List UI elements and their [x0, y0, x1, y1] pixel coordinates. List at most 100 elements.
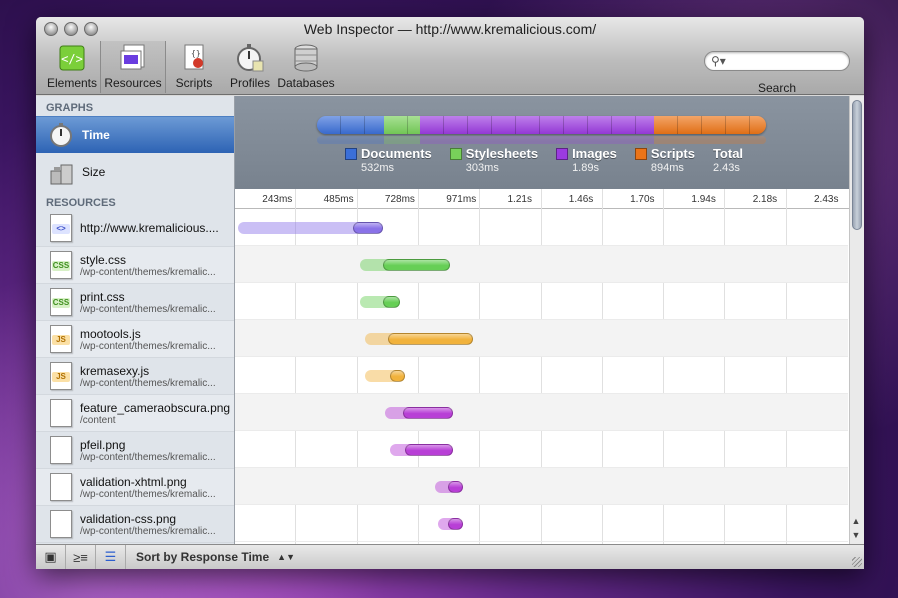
- toolbar-scripts[interactable]: {} Scripts: [166, 41, 222, 93]
- timeline-ticks: 243ms 485ms 728ms 971ms 1.21s 1.46s 1.70s 1.94s…: [235, 189, 864, 209]
- legend-total-label: Total: [712, 146, 744, 161]
- resource-name: style.css: [80, 252, 127, 267]
- resource-text: kremasexy.js/wp-content/themes/kremalic.…: [80, 364, 216, 389]
- summary-legend: Documents 532ms Stylesheets 303ms Images 1.89…: [345, 146, 743, 174]
- resource-item[interactable]: JS kremasexy.js/wp-content/themes/kremali…: [36, 358, 234, 395]
- scroll-up-arrow[interactable]: ▲: [850, 516, 862, 526]
- toolbar-elements[interactable]: </> Elements: [44, 41, 100, 93]
- graph-time-label: Time: [82, 128, 110, 142]
- legend-swatch: [449, 148, 462, 160]
- resource-text: feature_cameraobscura.png/content: [80, 401, 230, 426]
- resource-name: feature_cameraobscura.png: [80, 400, 231, 415]
- svg-text:{}: {}: [191, 49, 201, 58]
- resource-path: /wp-content/themes/kremalic...: [80, 340, 216, 352]
- elements-icon: </>: [57, 43, 87, 73]
- tick-label: 728ms: [384, 194, 415, 205]
- dock-icon: ▣: [44, 549, 57, 564]
- updown-arrows-icon: ▲▼: [277, 552, 295, 562]
- toolbar-profiles[interactable]: Profiles: [222, 41, 278, 93]
- graph-time[interactable]: Time: [36, 116, 234, 153]
- legend-text: Stylesheets 303ms: [466, 146, 538, 174]
- list-icon: ☰: [104, 549, 117, 564]
- legend-total: Total 2.43s: [713, 146, 743, 174]
- timeline-row[interactable]: [235, 468, 848, 505]
- summary-segment-images: [420, 116, 654, 134]
- tick-label: 1.94s: [691, 194, 716, 205]
- legend-swatch: [556, 148, 569, 160]
- scrollbar-thumb[interactable]: [852, 100, 862, 230]
- html-file-icon: <>: [50, 214, 72, 242]
- resource-item[interactable]: <> http://www.kremalicious....: [36, 210, 234, 247]
- summary-segment-images: [420, 136, 654, 144]
- sidebar: GRAPHS Time Size RESOURCES <> http://www.…: [36, 96, 235, 544]
- console-button[interactable]: ≥≡: [66, 544, 96, 569]
- download-bar: [447, 481, 463, 493]
- tick-label: 971ms: [446, 194, 477, 205]
- resource-path: /wp-content/themes/kremalic...: [80, 303, 216, 315]
- toolbar-profiles-label: Profiles: [229, 76, 270, 90]
- timeline-row[interactable]: [235, 283, 848, 320]
- vertical-scrollbar[interactable]: ▲ ▼: [849, 96, 864, 544]
- resource-name: validation-css.png: [80, 511, 177, 526]
- timeline-row[interactable]: [235, 209, 848, 246]
- summary-segment-stylesheets: [384, 116, 421, 134]
- summary-segment-stylesheets: [384, 136, 421, 144]
- legend-item-stylesheets: Stylesheets 303ms: [449, 146, 538, 174]
- scroll-down-arrow[interactable]: ▼: [850, 530, 862, 540]
- search-area: ⚲▾ Search: [704, 51, 850, 95]
- resource-path: /wp-content/themes/kremalic...: [80, 377, 216, 389]
- resource-item[interactable]: CSS print.css/wp-content/themes/kremalic.…: [36, 284, 234, 321]
- resource-name: validation-xhtml.png: [80, 474, 187, 489]
- resource-text: pfeil.png/wp-content/themes/kremalic...: [80, 438, 216, 463]
- resources-icon: [118, 43, 148, 73]
- timeline-row[interactable]: [235, 320, 848, 357]
- legend-name: Stylesheets: [465, 146, 539, 161]
- resize-grip[interactable]: [852, 557, 862, 567]
- weight-icon: [48, 159, 74, 185]
- toolbar-databases[interactable]: Databases: [277, 41, 335, 93]
- legend-name: Documents: [361, 146, 432, 161]
- resource-path: /wp-content/themes/kremalic...: [80, 266, 216, 278]
- legend-value: 303ms: [465, 162, 499, 174]
- timeline-row[interactable]: [235, 394, 848, 431]
- timeline-panel: Documents 532ms Stylesheets 303ms Images 1.89…: [235, 96, 864, 544]
- resource-item[interactable]: validation-css.png/wp-content/themes/kre…: [36, 506, 234, 543]
- resource-item[interactable]: CSS style.css/wp-content/themes/kremalic.…: [36, 247, 234, 284]
- toolbar-resources[interactable]: Resources: [100, 41, 166, 93]
- search-input[interactable]: [729, 54, 840, 68]
- search-field[interactable]: ⚲▾: [704, 51, 850, 71]
- download-bar: [352, 222, 383, 234]
- dock-button[interactable]: ▣: [36, 544, 66, 569]
- list-view-button[interactable]: ☰: [96, 544, 126, 569]
- resource-item[interactable]: validation-xhtml.png/wp-content/themes/k…: [36, 469, 234, 506]
- summary-graph: Documents 532ms Stylesheets 303ms Images 1.89…: [235, 96, 864, 189]
- download-bar: [390, 370, 406, 382]
- search-icon: ⚲▾: [711, 54, 726, 68]
- legend-total-value: 2.43s: [712, 162, 740, 174]
- toolbar-elements-label: Elements: [46, 76, 98, 90]
- tick-label: 1.70s: [630, 194, 655, 205]
- tick-label: 2.43s: [814, 194, 839, 205]
- toolbar-scripts-label: Scripts: [175, 76, 213, 90]
- timeline-row[interactable]: [235, 357, 848, 394]
- timeline-row[interactable]: [235, 246, 848, 283]
- legend-swatch: [345, 148, 357, 160]
- resource-name: print.css: [80, 289, 125, 304]
- image-file-icon: [50, 436, 72, 464]
- stopwatch-icon: [48, 122, 74, 148]
- resource-item[interactable]: pfeil.png/wp-content/themes/kremalic...: [36, 432, 234, 469]
- timeline-row[interactable]: [235, 505, 848, 542]
- resource-name: mootools.js: [80, 326, 141, 341]
- summary-segment-documents: [317, 136, 385, 144]
- tick-label: 1.46s: [568, 194, 594, 205]
- graph-size[interactable]: Size: [36, 153, 234, 190]
- resource-item[interactable]: JS mootools.js/wp-content/themes/kremalic…: [36, 321, 234, 358]
- resource-text: http://www.kremalicious....: [80, 221, 219, 235]
- resource-item[interactable]: feature_cameraobscura.png/content: [36, 395, 234, 432]
- titlebar: Web Inspector — http://www.kremalicious.…: [36, 17, 864, 95]
- sort-select[interactable]: Sort by Response Time ▲▼: [136, 550, 295, 564]
- sort-select-label: Sort by Response Time: [136, 550, 270, 564]
- search-label: Search: [757, 81, 797, 95]
- resource-name: pfeil.png: [80, 437, 126, 452]
- timeline-row[interactable]: [235, 431, 848, 468]
